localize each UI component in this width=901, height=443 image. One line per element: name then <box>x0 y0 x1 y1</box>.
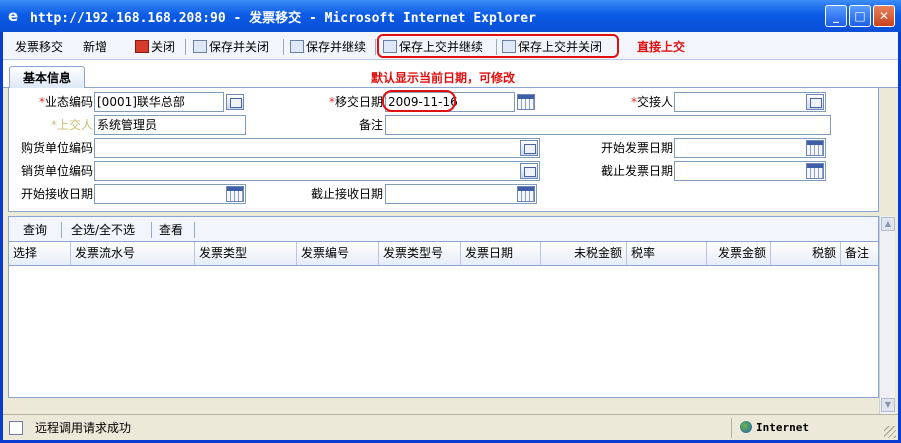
column-header[interactable]: 发票类型号 <box>379 242 461 265</box>
select-all-button[interactable]: 全选/全不选 <box>71 221 135 239</box>
receive-end-input[interactable] <box>385 184 537 204</box>
calendar-icon[interactable] <box>226 186 244 202</box>
calendar-icon[interactable] <box>806 163 824 179</box>
grid-body <box>8 266 879 398</box>
receive-start-input[interactable] <box>94 184 246 204</box>
security-zone: Internet <box>731 418 871 438</box>
window-title: http://192.168.168.208:90 - 发票移交 - Micro… <box>30 11 536 26</box>
column-header[interactable]: 发票编号 <box>297 242 379 265</box>
vertical-scrollbar[interactable]: ▲ ▼ <box>879 216 895 414</box>
column-header[interactable]: 发票流水号 <box>71 242 195 265</box>
date-highlight <box>382 90 456 112</box>
column-header[interactable]: 选择 <box>9 242 71 265</box>
remark-input[interactable] <box>385 115 831 135</box>
save-icon <box>290 40 304 53</box>
receive-start-label: 开始接收日期 <box>20 187 93 201</box>
column-header[interactable]: 税额 <box>771 242 841 265</box>
scroll-down-icon[interactable]: ▼ <box>881 398 895 412</box>
save-icon <box>193 40 207 53</box>
buyer-code-input[interactable] <box>94 138 540 158</box>
lookup-icon[interactable] <box>520 163 538 179</box>
close-icon <box>135 40 149 53</box>
invoice-start-input[interactable] <box>674 138 826 158</box>
buyer-code-label: 购货单位编码 <box>20 141 93 155</box>
calendar-icon[interactable] <box>517 94 535 110</box>
main-toolbar: 发票移交 新增 关闭 保存并关闭 保存并继续 保存上交并继续 保存上交并关闭 直… <box>3 32 898 60</box>
invoice-end-label: 截止发票日期 <box>600 164 673 178</box>
basic-info-form: *业态编码 [0001]联华总部 *移交日期 2009-11-16 *交接人 *… <box>8 88 879 212</box>
page-icon <box>9 421 23 435</box>
default-date-note: 默认显示当前日期，可修改 <box>371 71 516 85</box>
seller-code-label: 销货单位编码 <box>20 164 93 178</box>
status-message: 远程调用请求成功 <box>35 421 132 435</box>
resize-grip[interactable] <box>884 426 896 438</box>
column-header[interactable]: 备注 <box>841 242 880 265</box>
query-button[interactable]: 查询 <box>23 221 47 239</box>
lookup-icon[interactable] <box>226 94 244 110</box>
business-code-input[interactable]: [0001]联华总部 <box>94 92 224 112</box>
browser-window: e http://192.168.168.208:90 - 发票移交 - Mic… <box>0 0 901 443</box>
receiver-label: *交接人 <box>630 95 673 109</box>
globe-icon <box>740 421 752 433</box>
separator <box>61 222 62 238</box>
receive-end-label: 截止接收日期 <box>310 187 383 201</box>
minimize-button[interactable]: _ <box>825 5 847 27</box>
module-title: 发票移交 <box>15 40 64 54</box>
save-continue-button[interactable]: 保存并继续 <box>290 38 366 56</box>
column-header[interactable]: 发票类型 <box>195 242 297 265</box>
invoice-start-label: 开始发票日期 <box>600 141 673 155</box>
tab-basic-info[interactable]: 基本信息 <box>9 66 85 89</box>
view-button[interactable]: 查看 <box>159 221 183 239</box>
save-close-button[interactable]: 保存并关闭 <box>193 38 269 56</box>
invoice-end-input[interactable] <box>674 161 826 181</box>
lookup-icon[interactable] <box>806 94 824 110</box>
grid-toolbar: 查询 全选/全不选 查看 <box>8 216 879 242</box>
column-header[interactable]: 发票金额 <box>707 242 771 265</box>
transfer-date-label: *移交日期 <box>328 95 383 109</box>
column-header[interactable]: 未税金额 <box>541 242 627 265</box>
highlight-box <box>377 34 619 58</box>
lookup-icon[interactable] <box>520 140 538 156</box>
close-button[interactable]: 关闭 <box>135 38 175 56</box>
tab-strip: 基本信息 默认显示当前日期，可修改 <box>3 60 898 89</box>
ie-icon: e <box>8 7 19 25</box>
business-code-label: *业态编码 <box>38 95 93 109</box>
separator <box>185 39 186 55</box>
maximize-button[interactable]: □ <box>849 5 871 27</box>
separator <box>375 39 376 55</box>
remark-label: 备注 <box>358 118 383 132</box>
grid-header: 选择 发票流水号 发票类型 发票编号 发票类型号 发票日期 未税金额 税率 发票… <box>8 242 879 266</box>
separator <box>283 39 284 55</box>
separator <box>194 222 195 238</box>
separator <box>151 222 152 238</box>
status-bar: 远程调用请求成功 Internet <box>3 414 898 440</box>
scroll-up-icon[interactable]: ▲ <box>881 217 895 231</box>
close-window-button[interactable]: ✕ <box>873 5 895 27</box>
column-header[interactable]: 发票日期 <box>461 242 541 265</box>
new-button[interactable]: 新增 <box>83 38 107 56</box>
submitter-input[interactable]: 系统管理员 <box>94 115 246 135</box>
seller-code-input[interactable] <box>94 161 540 181</box>
direct-submit-note: 直接上交 <box>637 40 686 54</box>
calendar-icon[interactable] <box>806 140 824 156</box>
receiver-input[interactable] <box>674 92 826 112</box>
calendar-icon[interactable] <box>517 186 535 202</box>
title-bar: e http://192.168.168.208:90 - 发票移交 - Mic… <box>0 0 901 32</box>
column-header[interactable]: 税率 <box>627 242 707 265</box>
submitter-label: *上交人 <box>50 118 93 132</box>
